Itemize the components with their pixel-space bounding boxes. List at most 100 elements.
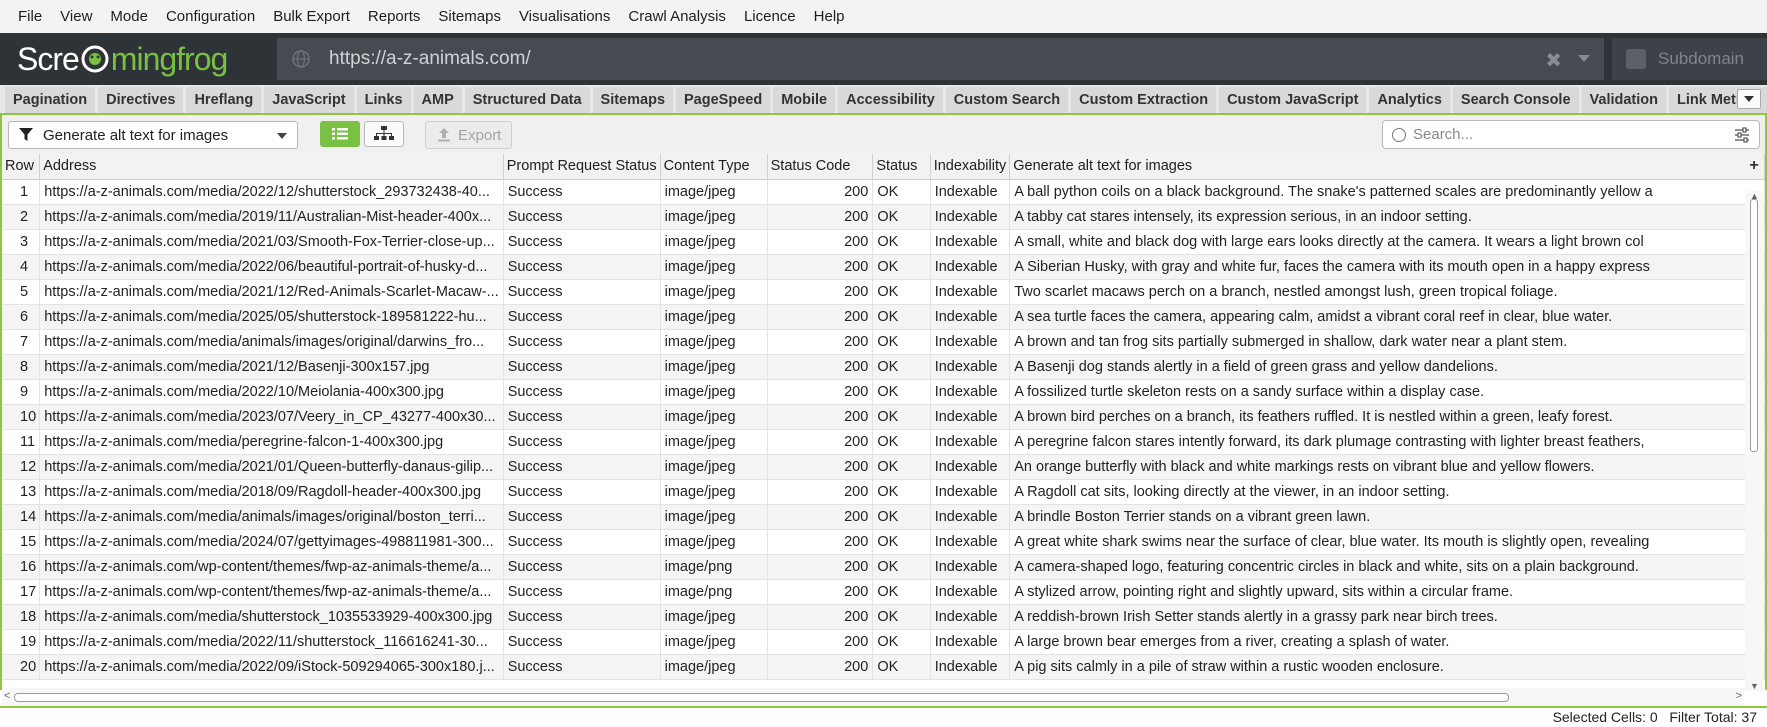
alt-text-cell[interactable]: A stylized arrow, pointing right and sli…: [1009, 579, 1765, 605]
column-header-indexability[interactable]: Indexability: [930, 154, 1011, 180]
alt-text-cell[interactable]: A ball python coils on a black backgroun…: [1009, 179, 1765, 205]
content-type-cell[interactable]: image/jpeg: [660, 229, 768, 255]
prompt-status-cell[interactable]: Success: [503, 554, 661, 580]
alt-text-cell[interactable]: A Siberian Husky, with gray and white fu…: [1009, 254, 1765, 280]
menu-help[interactable]: Help: [805, 0, 854, 33]
indexability-cell[interactable]: Indexable: [930, 329, 1011, 355]
row-number-cell[interactable]: 18: [2, 604, 41, 630]
alt-text-cell[interactable]: An orange butterfly with black and white…: [1009, 454, 1765, 480]
address-cell[interactable]: https://a-z-animals.com/wp-content/theme…: [39, 554, 504, 580]
tab-analytics[interactable]: Analytics: [1369, 87, 1450, 113]
indexability-cell[interactable]: Indexable: [930, 554, 1011, 580]
prompt-status-cell[interactable]: Success: [503, 604, 661, 630]
row-number-cell[interactable]: 13: [2, 479, 41, 505]
content-type-cell[interactable]: image/jpeg: [660, 404, 768, 430]
status-code-cell[interactable]: 200: [767, 654, 874, 680]
vertical-scroll-thumb[interactable]: [1750, 199, 1758, 452]
status-cell[interactable]: OK: [872, 529, 931, 555]
content-type-cell[interactable]: image/jpeg: [660, 179, 768, 205]
tab-validation[interactable]: Validation: [1581, 87, 1667, 113]
status-code-cell[interactable]: 200: [767, 529, 874, 555]
alt-text-cell[interactable]: Two scarlet macaws perch on a branch, ne…: [1009, 279, 1765, 305]
table-row[interactable]: 14 https://a-z-animals.com/media/animals/…: [2, 504, 1765, 530]
add-column-icon[interactable]: +: [1747, 156, 1761, 176]
alt-text-cell[interactable]: A Ragdoll cat sits, looking directly at …: [1009, 479, 1765, 505]
status-cell[interactable]: OK: [872, 404, 931, 430]
prompt-status-cell[interactable]: Success: [503, 529, 661, 555]
alt-text-cell[interactable]: A brindle Boston Terrier stands on a vib…: [1009, 504, 1765, 530]
prompt-status-cell[interactable]: Success: [503, 404, 661, 430]
table-row[interactable]: 11 https://a-z-animals.com/media/peregrin…: [2, 429, 1765, 455]
status-code-cell[interactable]: 200: [767, 329, 874, 355]
column-header-prompt-request-status[interactable]: Prompt Request Status: [503, 154, 661, 180]
status-cell[interactable]: OK: [872, 454, 931, 480]
address-cell[interactable]: https://a-z-animals.com/media/2021/12/Ba…: [39, 354, 504, 380]
alt-text-cell[interactable]: A reddish-brown Irish Setter stands aler…: [1009, 604, 1765, 630]
row-number-cell[interactable]: 17: [2, 579, 41, 605]
menu-visualisations[interactable]: Visualisations: [510, 0, 619, 33]
tab-javascript[interactable]: JavaScript: [264, 87, 354, 113]
column-header-content-type[interactable]: Content Type: [660, 154, 768, 180]
url-history-chevron-icon[interactable]: [1578, 55, 1590, 62]
status-code-cell[interactable]: 200: [767, 604, 874, 630]
address-cell[interactable]: https://a-z-animals.com/media/2021/01/Qu…: [39, 454, 504, 480]
prompt-status-cell[interactable]: Success: [503, 179, 661, 205]
table-row[interactable]: 3 https://a-z-animals.com/media/2021/03/S…: [2, 229, 1765, 255]
prompt-status-cell[interactable]: Success: [503, 504, 661, 530]
address-cell[interactable]: https://a-z-animals.com/media/2021/03/Sm…: [39, 229, 504, 255]
prompt-status-cell[interactable]: Success: [503, 379, 661, 405]
prompt-status-cell[interactable]: Success: [503, 429, 661, 455]
content-type-cell[interactable]: image/jpeg: [660, 654, 768, 680]
search-input[interactable]: [1413, 126, 1713, 143]
menu-reports[interactable]: Reports: [359, 0, 430, 33]
tab-overflow-chevron-icon[interactable]: [1737, 89, 1761, 109]
scroll-right-icon[interactable]: >: [1736, 690, 1742, 702]
tab-pagination[interactable]: Pagination: [5, 87, 96, 113]
row-number-cell[interactable]: 7: [2, 329, 41, 355]
table-row[interactable]: 12 https://a-z-animals.com/media/2021/01/…: [2, 454, 1765, 480]
status-code-cell[interactable]: 200: [767, 629, 874, 655]
column-header-address[interactable]: Address: [39, 154, 504, 180]
address-cell[interactable]: https://a-z-animals.com/media/animals/im…: [39, 329, 504, 355]
prompt-status-cell[interactable]: Success: [503, 654, 661, 680]
status-cell[interactable]: OK: [872, 604, 931, 630]
prompt-status-cell[interactable]: Success: [503, 579, 661, 605]
table-row[interactable]: 19 https://a-z-animals.com/media/2022/11/…: [2, 629, 1765, 655]
indexability-cell[interactable]: Indexable: [930, 429, 1011, 455]
status-cell[interactable]: OK: [872, 179, 931, 205]
tree-view-button[interactable]: [364, 121, 404, 147]
url-input[interactable]: https://a-z-animals.com/: [329, 48, 531, 70]
table-row[interactable]: 7 https://a-z-animals.com/media/animals/i…: [2, 329, 1765, 355]
indexability-cell[interactable]: Indexable: [930, 254, 1011, 280]
content-type-cell[interactable]: image/jpeg: [660, 504, 768, 530]
indexability-cell[interactable]: Indexable: [930, 204, 1011, 230]
address-cell[interactable]: https://a-z-animals.com/media/2023/07/Ve…: [39, 404, 504, 430]
address-cell[interactable]: https://a-z-animals.com/media/2022/11/sh…: [39, 629, 504, 655]
indexability-cell[interactable]: Indexable: [930, 179, 1011, 205]
row-number-cell[interactable]: 19: [2, 629, 41, 655]
address-cell[interactable]: https://a-z-animals.com/media/2024/07/ge…: [39, 529, 504, 555]
prompt-status-cell[interactable]: Success: [503, 279, 661, 305]
vertical-scrollbar[interactable]: ▲ ▼: [1745, 191, 1763, 691]
table-row[interactable]: 17 https://a-z-animals.com/wp-content/the…: [2, 579, 1765, 605]
table-row[interactable]: 4 https://a-z-animals.com/media/2022/06/b…: [2, 254, 1765, 280]
horizontal-scroll-thumb[interactable]: [14, 693, 1509, 702]
tab-mobile[interactable]: Mobile: [773, 87, 836, 113]
row-number-cell[interactable]: 15: [2, 529, 41, 555]
content-type-cell[interactable]: image/jpeg: [660, 454, 768, 480]
table-row[interactable]: 16 https://a-z-animals.com/wp-content/the…: [2, 554, 1765, 580]
indexability-cell[interactable]: Indexable: [930, 479, 1011, 505]
row-number-cell[interactable]: 2: [2, 204, 41, 230]
horizontal-scrollbar[interactable]: < >: [2, 688, 1744, 706]
indexability-cell[interactable]: Indexable: [930, 454, 1011, 480]
status-code-cell[interactable]: 200: [767, 179, 874, 205]
filter-dropdown[interactable]: Generate alt text for images: [8, 121, 298, 149]
tab-structured-data[interactable]: Structured Data: [464, 87, 590, 113]
scroll-down-icon[interactable]: ▼: [1750, 681, 1759, 691]
status-code-cell[interactable]: 200: [767, 554, 874, 580]
indexability-cell[interactable]: Indexable: [930, 229, 1011, 255]
row-number-cell[interactable]: 20: [2, 654, 41, 680]
table-row[interactable]: 2 https://a-z-animals.com/media/2019/11/A…: [2, 204, 1765, 230]
menu-sitemaps[interactable]: Sitemaps: [429, 0, 510, 33]
indexability-cell[interactable]: Indexable: [930, 279, 1011, 305]
